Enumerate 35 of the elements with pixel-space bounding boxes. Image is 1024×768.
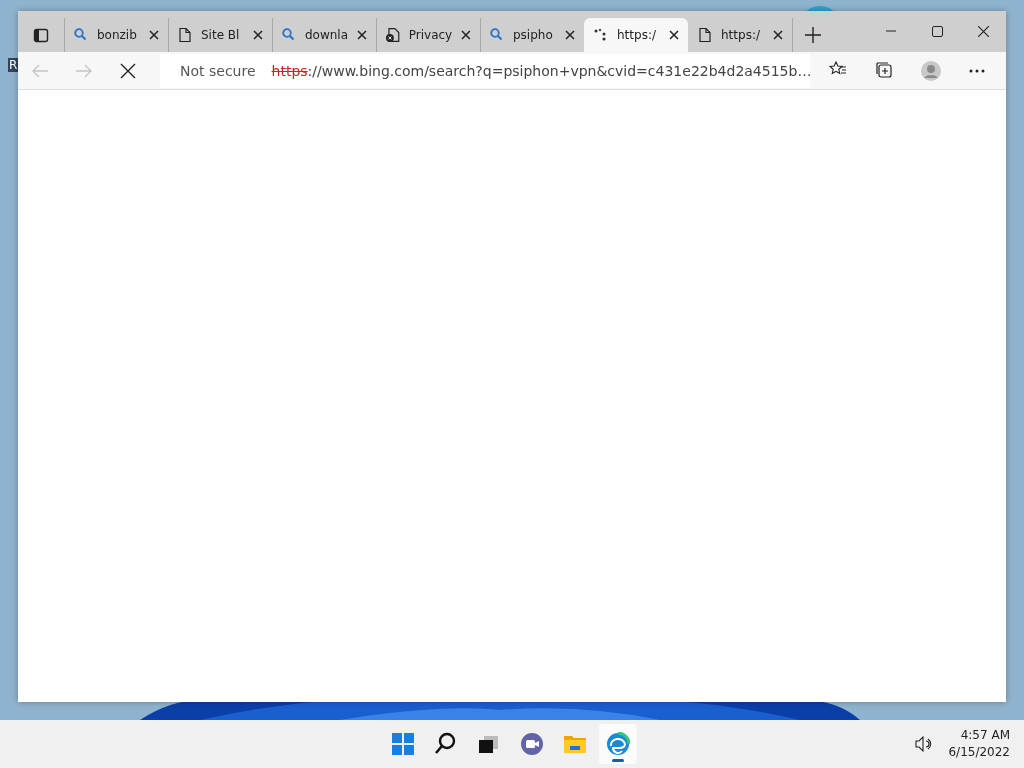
address-bar[interactable]: Not secure https://www.bing.com/search?q=psiphon+vpn&cvid=c431e22b4d2a4515b…	[160, 53, 810, 88]
page-icon	[177, 27, 193, 43]
page-icon	[697, 27, 713, 43]
close-icon[interactable]	[977, 26, 989, 37]
search-icon	[281, 27, 297, 43]
chat-icon	[520, 732, 544, 756]
blocked-page-icon	[385, 27, 401, 43]
running-indicator	[612, 759, 624, 762]
browser-tab[interactable]: https:/	[688, 18, 792, 52]
profile-avatar-icon[interactable]	[921, 60, 941, 81]
volume-icon[interactable]	[915, 735, 933, 753]
search-icon	[434, 732, 458, 756]
search-icon	[73, 27, 89, 43]
clock-date[interactable]: 6/15/2022	[948, 744, 1010, 761]
tab-actions-icon[interactable]	[33, 27, 49, 43]
close-icon[interactable]	[668, 29, 680, 41]
start-icon	[391, 732, 415, 756]
collections-icon[interactable]	[875, 60, 895, 81]
browser-tab[interactable]: https:/	[584, 18, 688, 52]
close-icon[interactable]	[252, 29, 264, 41]
url-text: https://www.bing.com/search?q=psiphon+vpn&cvid=c431e22b4d2a4515b…	[271, 62, 812, 79]
plus-icon[interactable]	[805, 27, 821, 43]
close-icon[interactable]	[460, 29, 472, 41]
maximize-icon[interactable]	[931, 26, 943, 37]
search-icon	[489, 27, 505, 43]
close-icon[interactable]	[148, 29, 160, 41]
more-menu-icon[interactable]	[969, 68, 985, 73]
close-icon[interactable]	[564, 29, 576, 41]
close-icon[interactable]	[356, 29, 368, 41]
browser-icon	[606, 732, 630, 756]
stop-icon[interactable]	[120, 62, 136, 79]
security-label[interactable]: Not secure	[180, 62, 256, 79]
close-icon[interactable]	[772, 29, 784, 41]
clock-time[interactable]: 4:57 AM	[960, 727, 1010, 744]
desktop-icon-label: R	[8, 58, 19, 72]
